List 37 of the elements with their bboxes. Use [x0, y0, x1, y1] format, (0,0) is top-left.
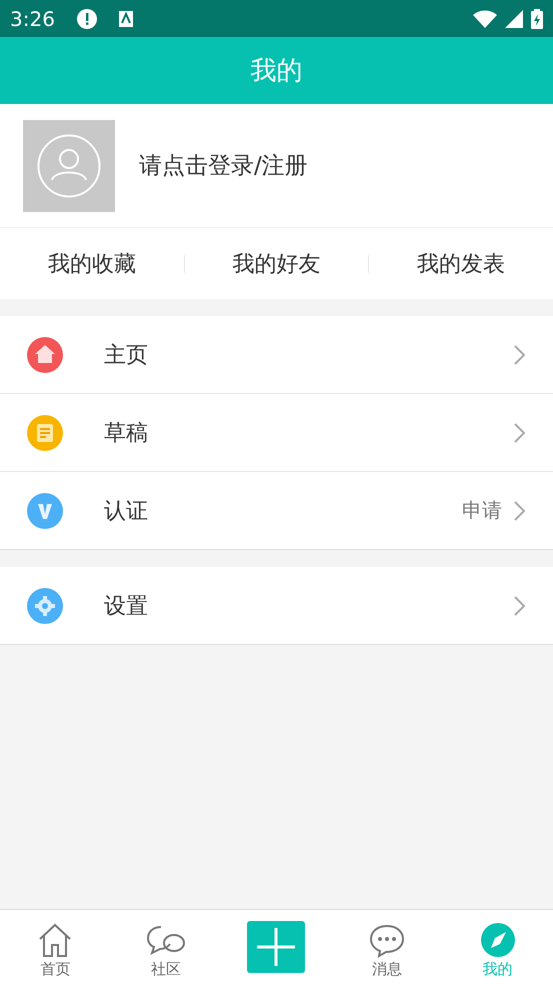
- compass-icon: [480, 922, 516, 958]
- wifi-icon: [473, 10, 497, 28]
- shortcut-link[interactable]: 我的发表: [369, 248, 553, 278]
- chevron-icon: [514, 596, 525, 616]
- menu-label: 设置: [104, 592, 148, 620]
- user-icon: [37, 134, 101, 198]
- shortcut-link[interactable]: 我的好友: [184, 248, 368, 278]
- settings-icon: [27, 588, 63, 624]
- tab-item[interactable]: 社区: [110, 910, 222, 984]
- menu-row[interactable]: 主页: [0, 316, 553, 393]
- menu-row[interactable]: 认证 申请: [0, 471, 553, 549]
- v-badge-icon: [27, 492, 63, 528]
- page-title: 我的: [250, 55, 302, 88]
- plus-icon: [257, 928, 296, 966]
- menu-detail: 申请: [462, 497, 502, 524]
- tab-item[interactable]: 首页: [0, 910, 111, 984]
- battery-icon: [531, 8, 543, 28]
- house-icon: [27, 336, 63, 372]
- note-icon: [27, 414, 63, 450]
- login-link[interactable]: 请点击登录/注册: [139, 150, 308, 181]
- menu-row[interactable]: 草稿: [0, 393, 553, 471]
- menu-row[interactable]: 设置: [0, 567, 553, 644]
- chevron-icon: [514, 422, 525, 442]
- menu-label: 草稿: [104, 420, 148, 448]
- add-button[interactable]: [247, 921, 306, 973]
- shortcut-link[interactable]: 我的收藏: [0, 248, 184, 278]
- chat-bubble-icon: [369, 924, 406, 958]
- chevron-icon: [514, 344, 525, 364]
- avatar[interactable]: [23, 120, 115, 212]
- signal-icon: [505, 10, 523, 28]
- tab-item[interactable]: 消息: [332, 910, 442, 984]
- home-icon: [37, 922, 74, 958]
- menu-label: 主页: [104, 342, 148, 370]
- chevron-icon: [514, 500, 525, 520]
- alert-icon: [76, 8, 97, 28]
- status-time: 3:26: [10, 6, 55, 30]
- menu-label: 认证: [104, 498, 148, 526]
